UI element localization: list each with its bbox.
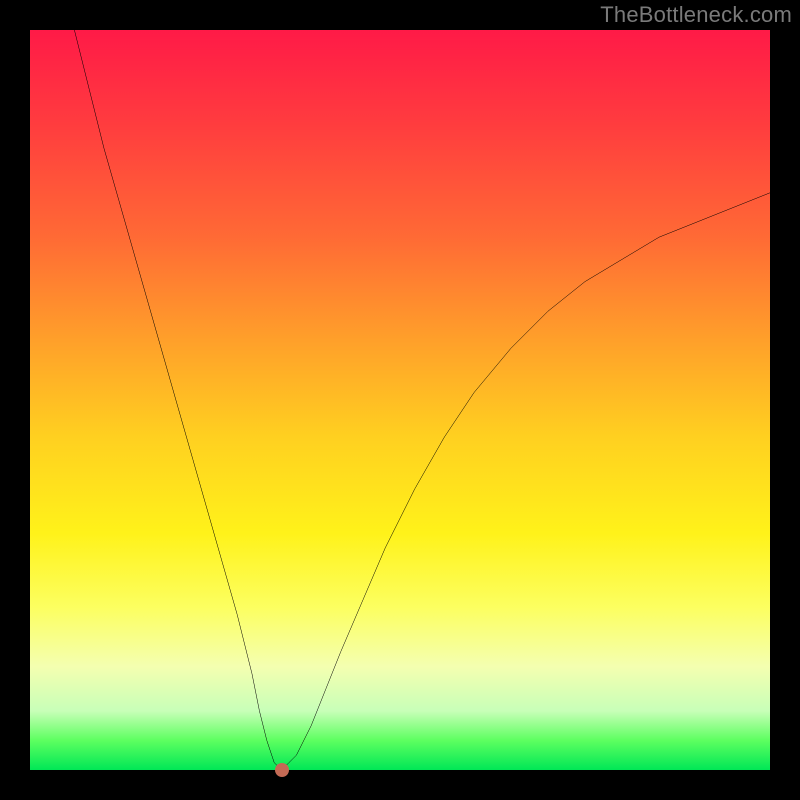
curve-svg (30, 30, 770, 770)
minimum-marker-dot (275, 763, 289, 777)
chart-frame: TheBottleneck.com (0, 0, 800, 800)
watermark-text: TheBottleneck.com (600, 2, 792, 28)
plot-area (30, 30, 770, 770)
bottleneck-curve-path (74, 30, 770, 770)
